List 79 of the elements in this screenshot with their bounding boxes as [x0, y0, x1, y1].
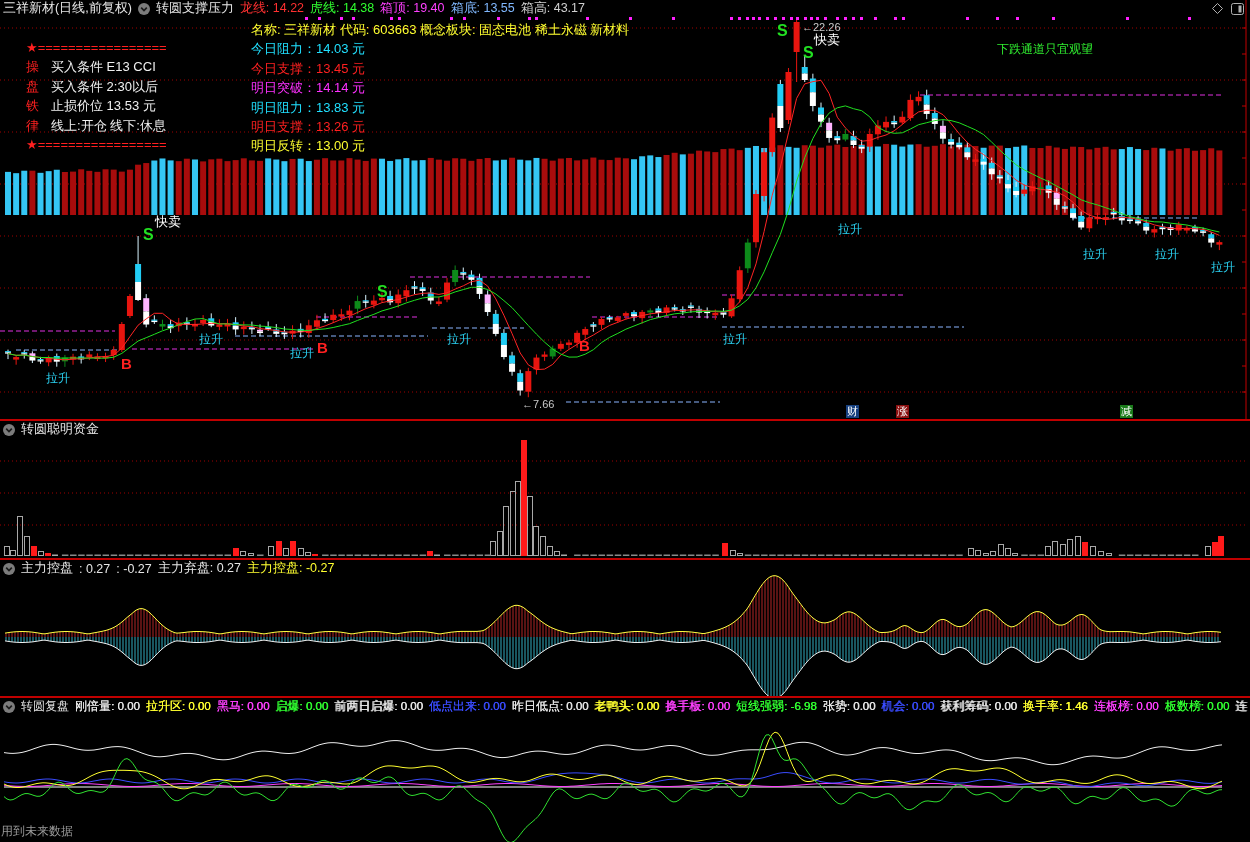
diamond-icon[interactable]: [1212, 3, 1223, 14]
rule-mark: 盘: [26, 77, 40, 96]
chevron-down-icon[interactable]: [3, 700, 15, 713]
indicator-reading: 主力控盘: -0.27: [247, 560, 335, 577]
price-level-text: 明日阻力：13.83 元: [251, 98, 366, 117]
indicator-reading: 箱高: 43.17: [520, 0, 585, 17]
rule-mark: 操: [26, 58, 40, 77]
indicator-reading: 老鸭头: 0.00: [594, 699, 660, 714]
rule-text: 止损价位 13.53 元: [51, 97, 156, 116]
price-level-text: 明日反转：13.00 元: [251, 137, 366, 156]
indicator-reading: 短线强弱: -6.98: [736, 699, 817, 714]
indicator-reading: 张势: 0.00: [822, 699, 876, 714]
indicator-reading: 拉升区: 0.00: [145, 699, 211, 714]
indicator-reading: 板数榜: 0.00: [1164, 699, 1230, 714]
quick-sell-label: 快卖: [155, 214, 181, 229]
price-level-text: 今日阻力：14.03 元: [251, 40, 366, 59]
price-level-text: 今日支撑：13.45 元: [251, 59, 366, 78]
indicator-reading: 连: [1235, 699, 1248, 714]
indicator-reading: 黑马: 0.00: [216, 699, 270, 714]
sell-signal-label: S: [143, 226, 154, 243]
buy-signal-label: B: [579, 337, 590, 354]
rule-text: 买入条件 2:30以后: [51, 77, 158, 96]
event-tag[interactable]: 财: [846, 405, 859, 418]
indicator-reading: 前两日启爆: 0.00: [334, 699, 423, 714]
footer-note: 用到未来数据: [1, 824, 73, 839]
indicator-reading: : 0.27: [79, 561, 111, 576]
rule-text: 线上:开仓 线下:休息: [51, 116, 166, 135]
rise-signal-label: 拉升: [447, 332, 471, 346]
rise-signal-label: 拉升: [838, 222, 862, 236]
chart-title: 三祥新材(日线,前复权): [3, 0, 132, 17]
sell-signal-label: S: [777, 22, 788, 39]
rise-signal-label: 拉升: [1083, 247, 1107, 261]
trend-note: 下跌通道只宜观望: [997, 42, 1093, 56]
indicator-reading: 昨日低点: 0.00: [511, 699, 589, 714]
indicator-reading: 连板榜: 0.00: [1093, 699, 1159, 714]
price-level-text: 明日支撑：13.26 元: [251, 118, 366, 137]
indicator-name: 转圆支撑压力: [155, 0, 234, 17]
buy-signal-label: B: [317, 339, 328, 356]
indicator-reading: 刚倍量: 0.00: [75, 699, 140, 714]
stock-name-line: 名称: 三祥新材 代码: 603663 概念板块: 固态电池 稀土永磁 新材料: [251, 21, 630, 39]
price-note-label: ←7.66: [522, 398, 555, 410]
indicator-reading: 箱底: 13.55: [450, 0, 515, 17]
indicator-reading: 龙线: 14.22: [239, 0, 305, 17]
indicator-reading: 虎线: 14.38: [310, 0, 375, 17]
rise-signal-label: 拉升: [723, 332, 747, 346]
indicator-reading: 箱顶: 19.40: [380, 0, 445, 17]
price-note-label: ←22.26: [802, 21, 841, 33]
sell-signal-label: S: [803, 44, 814, 61]
quick-sell-label: 快卖: [814, 32, 840, 47]
indicator-reading: 启爆: 0.00: [275, 699, 329, 714]
indicator-reading: 主力弃盘: 0.27: [157, 560, 241, 577]
indicator-reading: 机会: 0.00: [881, 699, 935, 714]
event-tag[interactable]: 减: [1120, 405, 1133, 418]
chevron-down-icon[interactable]: [137, 2, 150, 15]
star-rule-text: ★=================: [26, 39, 167, 57]
buy-signal-label: B: [121, 355, 132, 372]
rise-signal-label: 拉升: [1211, 260, 1235, 274]
sell-signal-label: S: [377, 283, 388, 300]
rise-signal-label: 拉升: [199, 332, 223, 346]
rise-signal-label: 拉升: [1155, 247, 1179, 261]
indicator-reading: 低点出来: 0.00: [428, 699, 506, 714]
rise-signal-label: 拉升: [290, 346, 314, 360]
chevron-down-icon[interactable]: [3, 562, 15, 575]
rise-signal-label: 拉升: [46, 371, 70, 385]
star-rule-text: ★=================: [26, 136, 167, 155]
indicator-reading: 换手率: 1.46: [1023, 699, 1088, 714]
indicator-reading: 换手板: 0.00: [665, 699, 731, 714]
price-level-text: 明日突破：14.14 元: [251, 79, 366, 98]
rule-text: 买入条件 E13 CCI: [51, 58, 156, 77]
indicator-reading: 获利筹码: 0.00: [940, 699, 1017, 714]
chevron-down-icon[interactable]: [3, 423, 15, 436]
rule-mark: 律: [26, 116, 40, 135]
panel-title: 主力控盘: [21, 560, 73, 577]
panel-layout-icon[interactable]: [1231, 2, 1244, 15]
panel-title: 转圆复盘: [21, 699, 69, 714]
panel-title: 转圆聪明资金: [21, 421, 99, 438]
indicator-reading: : -0.27: [116, 561, 152, 576]
rule-mark: 铁: [26, 97, 40, 116]
event-tag[interactable]: 涨: [896, 405, 909, 418]
